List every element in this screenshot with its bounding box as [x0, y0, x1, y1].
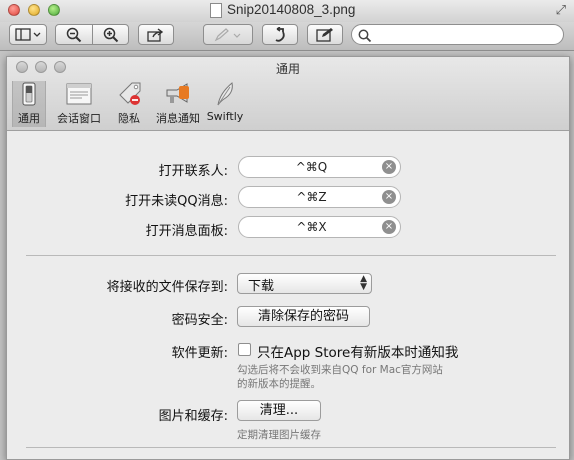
preview-toolbar [0, 22, 574, 51]
privacy-tag-icon [119, 82, 141, 105]
shortcut-field-unread[interactable]: ^⌘Z × [238, 186, 401, 208]
password-label: 密码安全: [171, 313, 228, 328]
document-icon [210, 3, 222, 18]
search-icon [358, 26, 372, 47]
up-down-arrows-icon: ▲ ▼ [360, 274, 367, 292]
separator [26, 447, 556, 448]
shortcut-value: ^⌘X [296, 220, 327, 234]
preview-title-bar: Snip20140808_3.png ⤢ [0, 0, 574, 22]
zoom-out-button[interactable] [55, 24, 93, 45]
shortcut-label-unread: 打开未读QQ消息: [125, 194, 228, 209]
clear-cache-button[interactable]: 清理... [237, 400, 321, 421]
share-icon [147, 28, 164, 42]
zoom-out-icon [66, 27, 82, 43]
appstore-only-checkbox[interactable] [238, 343, 251, 356]
tab-general-label: 通用 [18, 112, 40, 125]
update-note: 勾选后将不会收到来自QQ for Mac官方网站 的新版本的提醒。 [237, 363, 443, 391]
update-note-line: 勾选后将不会收到来自QQ for Mac官方网站 [237, 364, 443, 376]
save-location-value: 下载 [248, 279, 275, 294]
fullscreen-icon[interactable]: ⤢ [556, 3, 566, 18]
sidebar-icon [15, 28, 41, 41]
tab-swiftly-label: Swiftly [206, 110, 244, 123]
clear-password-button[interactable]: 清除保存的密码 [237, 306, 370, 327]
shortcut-field-panel[interactable]: ^⌘X × [238, 216, 401, 238]
zoom-in-button[interactable] [93, 24, 129, 45]
rotate-icon [275, 26, 285, 42]
switch-icon [22, 82, 36, 106]
preferences-header: 通用 通用 会话窗口 隐私 消息通知 Swiftly [7, 57, 569, 131]
tab-chat-window-label: 会话窗口 [57, 112, 101, 125]
update-label: 软件更新: [171, 346, 228, 361]
tab-swiftly[interactable]: Swiftly [205, 81, 245, 127]
clear-icon[interactable]: × [382, 190, 396, 204]
shortcut-label-panel: 打开消息面板: [145, 224, 228, 239]
update-note-line: 的新版本的提醒。 [237, 378, 321, 390]
tab-notifications[interactable]: 消息通知 [151, 81, 205, 127]
clear-icon[interactable]: × [382, 220, 396, 234]
share-button[interactable] [138, 24, 174, 45]
tab-privacy-label: 隐私 [118, 112, 140, 125]
pen-icon [214, 28, 241, 42]
separator [26, 255, 556, 256]
shortcut-field-contacts[interactable]: ^⌘Q × [238, 156, 401, 178]
tab-notifications-label: 消息通知 [156, 112, 200, 125]
feather-icon [217, 82, 233, 106]
tab-general[interactable]: 通用 [12, 81, 46, 127]
edit-icon [316, 28, 333, 42]
shortcut-value: ^⌘Z [296, 190, 327, 204]
tab-chat-window[interactable]: 会话窗口 [56, 81, 102, 127]
cache-label: 图片和缓存: [158, 409, 228, 424]
cache-note: 定期清理图片缓存 [237, 429, 321, 441]
save-location-popup[interactable]: 下载 ▲ ▼ [237, 273, 372, 294]
save-location-label: 将接收的文件保存到: [106, 280, 228, 295]
window-title: Snip20140808_3.png [227, 2, 356, 17]
search-field[interactable] [351, 24, 564, 45]
window-icon [66, 83, 92, 105]
rotate-button[interactable] [262, 24, 298, 45]
clear-icon[interactable]: × [382, 160, 396, 174]
appstore-only-label: 只在App Store有新版本时通知我 [257, 345, 459, 361]
view-menu-button[interactable] [9, 24, 47, 45]
close-button[interactable] [8, 4, 20, 16]
zoom-button[interactable] [48, 4, 60, 16]
shortcut-label-contacts: 打开联系人: [158, 164, 228, 179]
edit-button[interactable] [307, 24, 343, 45]
minimize-button[interactable] [28, 4, 40, 16]
preferences-title: 通用 [275, 62, 300, 76]
zoom-in-icon [103, 27, 118, 43]
shortcut-value: ^⌘Q [295, 160, 328, 174]
preferences-window: 通用 通用 会话窗口 隐私 消息通知 Swiftly 打开联系人: ^⌘Q × … [6, 56, 570, 460]
annotate-button[interactable] [203, 24, 253, 45]
tab-privacy[interactable]: 隐私 [111, 81, 147, 127]
megaphone-icon [166, 83, 189, 103]
